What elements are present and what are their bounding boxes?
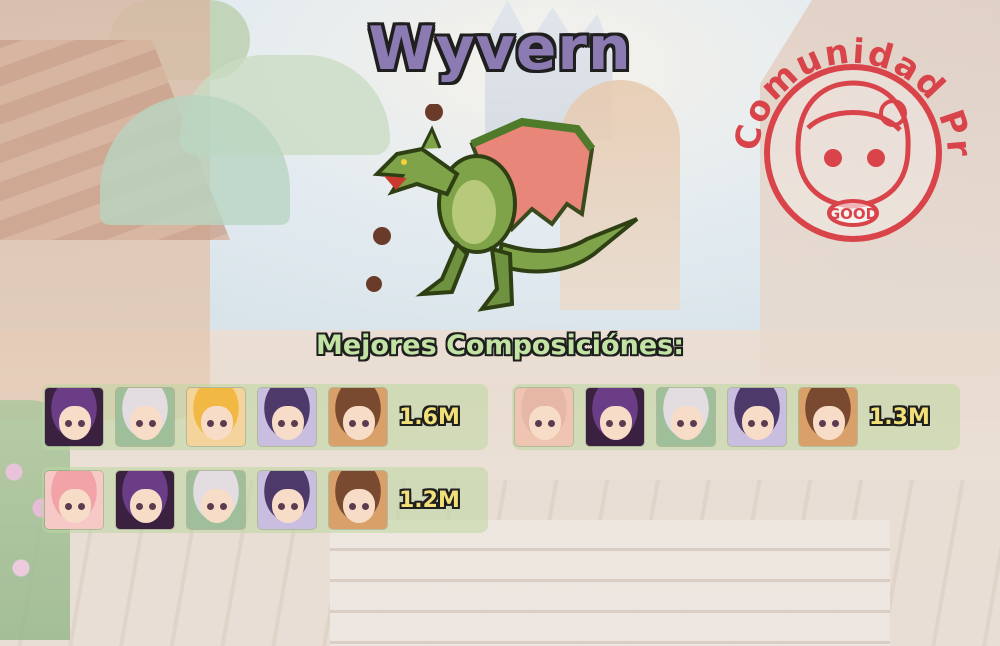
eye-right	[220, 503, 227, 510]
eye-left	[819, 420, 826, 427]
eye-left	[65, 503, 72, 510]
face-shape	[671, 406, 703, 440]
face-shape	[343, 489, 375, 523]
face-shape	[272, 489, 304, 523]
face-shape	[813, 406, 845, 440]
composition-row-2: 1.3M	[512, 384, 960, 450]
eye-left	[136, 420, 143, 427]
eye-left	[136, 503, 143, 510]
eye-right	[291, 503, 298, 510]
face-shape	[130, 489, 162, 523]
face-shape	[130, 406, 162, 440]
character-purple-hair-eyepatch-icon	[116, 471, 174, 529]
face-shape	[343, 406, 375, 440]
eye-left	[535, 420, 542, 427]
face-shape	[272, 406, 304, 440]
character-purple-hair-eyepatch-icon	[45, 388, 103, 446]
character-purple-hair-horns-icon	[258, 471, 316, 529]
eye-left	[748, 420, 755, 427]
eye-left	[278, 420, 285, 427]
unit-list	[512, 388, 857, 446]
character-blonde-fox-icon	[187, 388, 245, 446]
character-white-hair-flower-icon	[116, 388, 174, 446]
damage-score: 1.3M	[869, 404, 930, 430]
eye-left	[349, 503, 356, 510]
eye-left	[207, 420, 214, 427]
wyvern-boss-icon	[366, 104, 639, 312]
eye-right	[149, 503, 156, 510]
eye-left	[207, 503, 214, 510]
composition-row-1: 1.6M	[42, 384, 488, 450]
character-purple-hair-horns-icon	[728, 388, 786, 446]
eye-right	[548, 420, 555, 427]
character-white-hair-flower-icon	[187, 471, 245, 529]
face-shape	[59, 489, 91, 523]
unit-list	[42, 471, 387, 529]
comunidad-stamp: Comunidad Princessa GOOD	[728, 18, 977, 242]
character-brown-hair-smile-icon	[799, 388, 857, 446]
eye-right	[690, 420, 697, 427]
eye-left	[278, 503, 285, 510]
eye-right	[362, 420, 369, 427]
eye-right	[78, 420, 85, 427]
stone-stairs	[330, 520, 890, 646]
face-shape	[742, 406, 774, 440]
eye-right	[291, 420, 298, 427]
character-purple-hair-horns-icon	[258, 388, 316, 446]
face-shape	[529, 406, 561, 440]
character-white-hair-flower-icon	[657, 388, 715, 446]
unit-list	[42, 388, 387, 446]
face-shape	[59, 406, 91, 440]
eye-left	[606, 420, 613, 427]
character-brown-hair-smile-icon	[329, 388, 387, 446]
eye-right	[220, 420, 227, 427]
character-pink-hair-wink-icon	[45, 471, 103, 529]
eye-left	[677, 420, 684, 427]
character-pink-hair-elf-icon	[515, 388, 573, 446]
face-shape	[201, 406, 233, 440]
eye-right	[619, 420, 626, 427]
eye-right	[78, 503, 85, 510]
character-brown-hair-smile-icon	[329, 471, 387, 529]
composition-row-3: 1.2M	[42, 467, 488, 533]
damage-score: 1.2M	[399, 487, 460, 513]
eye-left	[65, 420, 72, 427]
face-shape	[600, 406, 632, 440]
damage-score: 1.6M	[399, 404, 460, 430]
eye-right	[761, 420, 768, 427]
stamp-badge: GOOD	[828, 205, 878, 223]
face-shape	[201, 489, 233, 523]
eye-right	[362, 503, 369, 510]
section-title: Mejores Composiciónes:	[316, 330, 684, 361]
eye-right	[832, 420, 839, 427]
character-purple-hair-eyepatch-icon	[586, 388, 644, 446]
eye-left	[349, 420, 356, 427]
eye-right	[149, 420, 156, 427]
